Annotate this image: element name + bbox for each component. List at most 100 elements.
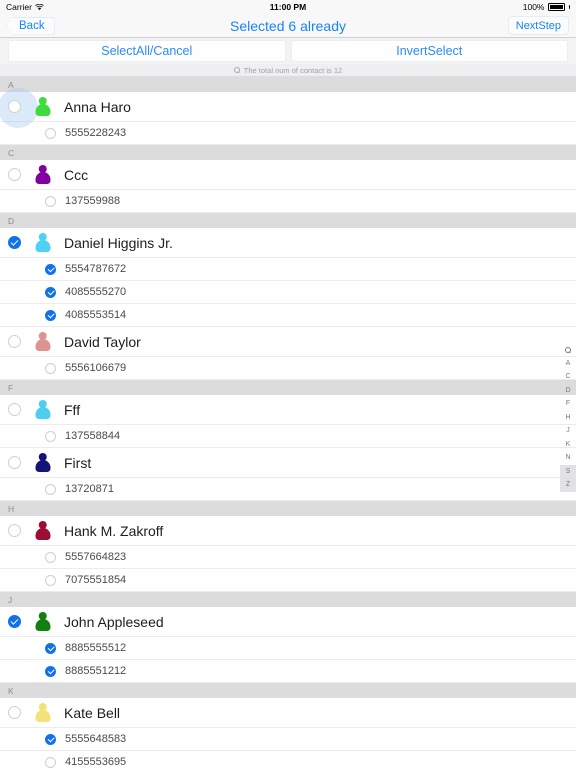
contact-checkbox-unchecked[interactable] bbox=[8, 335, 21, 348]
phone-row[interactable]: 4155553695 bbox=[0, 751, 576, 768]
contact-checkbox-unchecked[interactable] bbox=[8, 168, 21, 181]
phone-checkbox-unchecked[interactable] bbox=[45, 756, 56, 768]
phone-number: 137558844 bbox=[65, 430, 121, 442]
alphabet-index-bar[interactable]: ACDFHJKNSZ bbox=[560, 343, 576, 492]
search-icon bbox=[565, 347, 571, 353]
phone-row[interactable]: 137559988 bbox=[0, 190, 576, 213]
contact-row[interactable]: Anna Haro bbox=[0, 88, 576, 128]
index-letter-a[interactable]: A bbox=[560, 357, 576, 371]
search-bar[interactable]: The total num of contact is 12 bbox=[0, 64, 576, 77]
phone-checkbox-unchecked[interactable] bbox=[45, 574, 56, 586]
action-bar: SelectAll/Cancel InvertSelect bbox=[0, 38, 576, 64]
index-letter-s[interactable]: S bbox=[560, 464, 576, 478]
phone-number: 5555228243 bbox=[65, 127, 127, 139]
phone-row[interactable]: 5555648583 bbox=[0, 728, 576, 751]
phone-row[interactable]: 8885555512 bbox=[0, 637, 576, 660]
index-letter-k[interactable]: K bbox=[560, 438, 576, 452]
index-letter-f[interactable]: F bbox=[560, 397, 576, 411]
index-letter-z[interactable]: Z bbox=[560, 478, 576, 492]
navigation-bar: Back Selected 6 already NextStep bbox=[0, 14, 576, 38]
phone-row[interactable]: 5554787672 bbox=[0, 258, 576, 281]
phone-checkbox-checked[interactable] bbox=[45, 263, 56, 275]
phone-row[interactable]: 137558844 bbox=[0, 425, 576, 448]
carrier-label: Carrier bbox=[6, 2, 32, 12]
next-step-button[interactable]: NextStep bbox=[507, 16, 569, 35]
wifi-icon bbox=[35, 3, 44, 10]
search-placeholder-text: The total num of contact is 12 bbox=[243, 65, 343, 75]
phone-checkbox-checked[interactable] bbox=[45, 733, 56, 745]
section-header-c: C bbox=[0, 145, 576, 160]
contact-row[interactable]: Daniel Higgins Jr. bbox=[0, 228, 576, 258]
phone-checkbox-unchecked[interactable] bbox=[45, 127, 56, 139]
contact-checkbox-unchecked[interactable] bbox=[8, 403, 21, 416]
section-header-f: F bbox=[0, 380, 576, 395]
contact-row[interactable]: Hank M. Zakroff bbox=[0, 516, 576, 546]
contact-row[interactable]: John Appleseed bbox=[0, 607, 576, 637]
phone-checkbox-unchecked[interactable] bbox=[45, 362, 56, 374]
avatar bbox=[34, 331, 51, 352]
index-letter-d[interactable]: D bbox=[560, 384, 576, 398]
phone-row[interactable]: 5556106679 bbox=[0, 357, 576, 380]
contact-checkbox-unchecked[interactable] bbox=[8, 456, 21, 469]
avatar bbox=[34, 399, 51, 420]
select-all-cancel-button[interactable]: SelectAll/Cancel bbox=[8, 40, 286, 62]
status-bar-left: Carrier bbox=[6, 2, 44, 12]
avatar bbox=[34, 96, 51, 117]
phone-number: 7075551854 bbox=[65, 574, 127, 586]
section-header-d: D bbox=[0, 213, 576, 228]
phone-number: 4085553514 bbox=[65, 309, 127, 321]
avatar bbox=[34, 452, 51, 473]
phone-row[interactable]: 5557664823 bbox=[0, 546, 576, 569]
search-icon bbox=[233, 67, 240, 74]
phone-checkbox-unchecked[interactable] bbox=[45, 483, 56, 495]
phone-number: 5555648583 bbox=[65, 733, 127, 745]
phone-row[interactable]: 5555228243 bbox=[0, 122, 576, 145]
page-title: Selected 6 already bbox=[230, 17, 346, 34]
contact-row[interactable]: Fff bbox=[0, 395, 576, 425]
phone-row[interactable]: 8885551212 bbox=[0, 660, 576, 683]
phone-row[interactable]: 4085553514 bbox=[0, 304, 576, 327]
index-letter-h[interactable]: H bbox=[560, 411, 576, 425]
phone-checkbox-checked[interactable] bbox=[45, 665, 56, 677]
phone-checkbox-unchecked[interactable] bbox=[45, 551, 56, 563]
contact-checkbox-unchecked[interactable] bbox=[8, 524, 21, 537]
phone-row[interactable]: 4085555270 bbox=[0, 281, 576, 304]
status-bar-right: 100% bbox=[523, 2, 570, 12]
index-letter-n[interactable]: N bbox=[560, 451, 576, 465]
battery-icon bbox=[547, 3, 565, 11]
contact-checkbox-checked[interactable] bbox=[8, 615, 21, 628]
phone-number: 5554787672 bbox=[65, 263, 127, 275]
contact-checkbox-unchecked[interactable] bbox=[8, 706, 21, 719]
phone-row[interactable]: 13720871 bbox=[0, 478, 576, 501]
back-button[interactable]: Back bbox=[7, 16, 55, 35]
phone-number: 4085555270 bbox=[65, 286, 127, 298]
phone-row[interactable]: 7075551854 bbox=[0, 569, 576, 592]
invert-select-button[interactable]: InvertSelect bbox=[290, 40, 568, 62]
index-search-icon[interactable] bbox=[560, 343, 576, 357]
index-letter-c[interactable]: C bbox=[560, 370, 576, 384]
phone-number: 8885555512 bbox=[65, 642, 127, 654]
phone-checkbox-unchecked[interactable] bbox=[45, 430, 56, 442]
contact-name: David Taylor bbox=[64, 333, 141, 350]
contact-checkbox-unchecked[interactable] bbox=[8, 100, 21, 113]
phone-checkbox-unchecked[interactable] bbox=[45, 195, 56, 207]
phone-checkbox-checked[interactable] bbox=[45, 309, 56, 321]
contact-row[interactable]: David Taylor bbox=[0, 327, 576, 357]
status-bar-time: 11:00 PM bbox=[269, 2, 307, 12]
contact-list[interactable]: A Anna Haro 5555228243 C Ccc 137559988 D Daniel… bbox=[0, 77, 576, 768]
phone-checkbox-checked[interactable] bbox=[45, 286, 56, 298]
contact-row[interactable]: Ccc bbox=[0, 160, 576, 190]
contact-row[interactable]: Kate Bell bbox=[0, 698, 576, 728]
phone-number: 5557664823 bbox=[65, 551, 127, 563]
contact-name: First bbox=[64, 454, 92, 471]
phone-checkbox-checked[interactable] bbox=[45, 642, 56, 654]
index-letter-j[interactable]: J bbox=[560, 424, 576, 438]
phone-number: 4155553695 bbox=[65, 756, 127, 768]
contact-checkbox-checked[interactable] bbox=[8, 236, 21, 249]
contact-picker-screen: Carrier 11:00 PM 100% Back Selected 6 al… bbox=[0, 0, 576, 768]
section-header-a: A bbox=[0, 77, 576, 92]
battery-percent-label: 100% bbox=[522, 2, 545, 12]
battery-cap-icon bbox=[568, 5, 570, 9]
contact-row[interactable]: First bbox=[0, 448, 576, 478]
avatar bbox=[34, 164, 51, 185]
